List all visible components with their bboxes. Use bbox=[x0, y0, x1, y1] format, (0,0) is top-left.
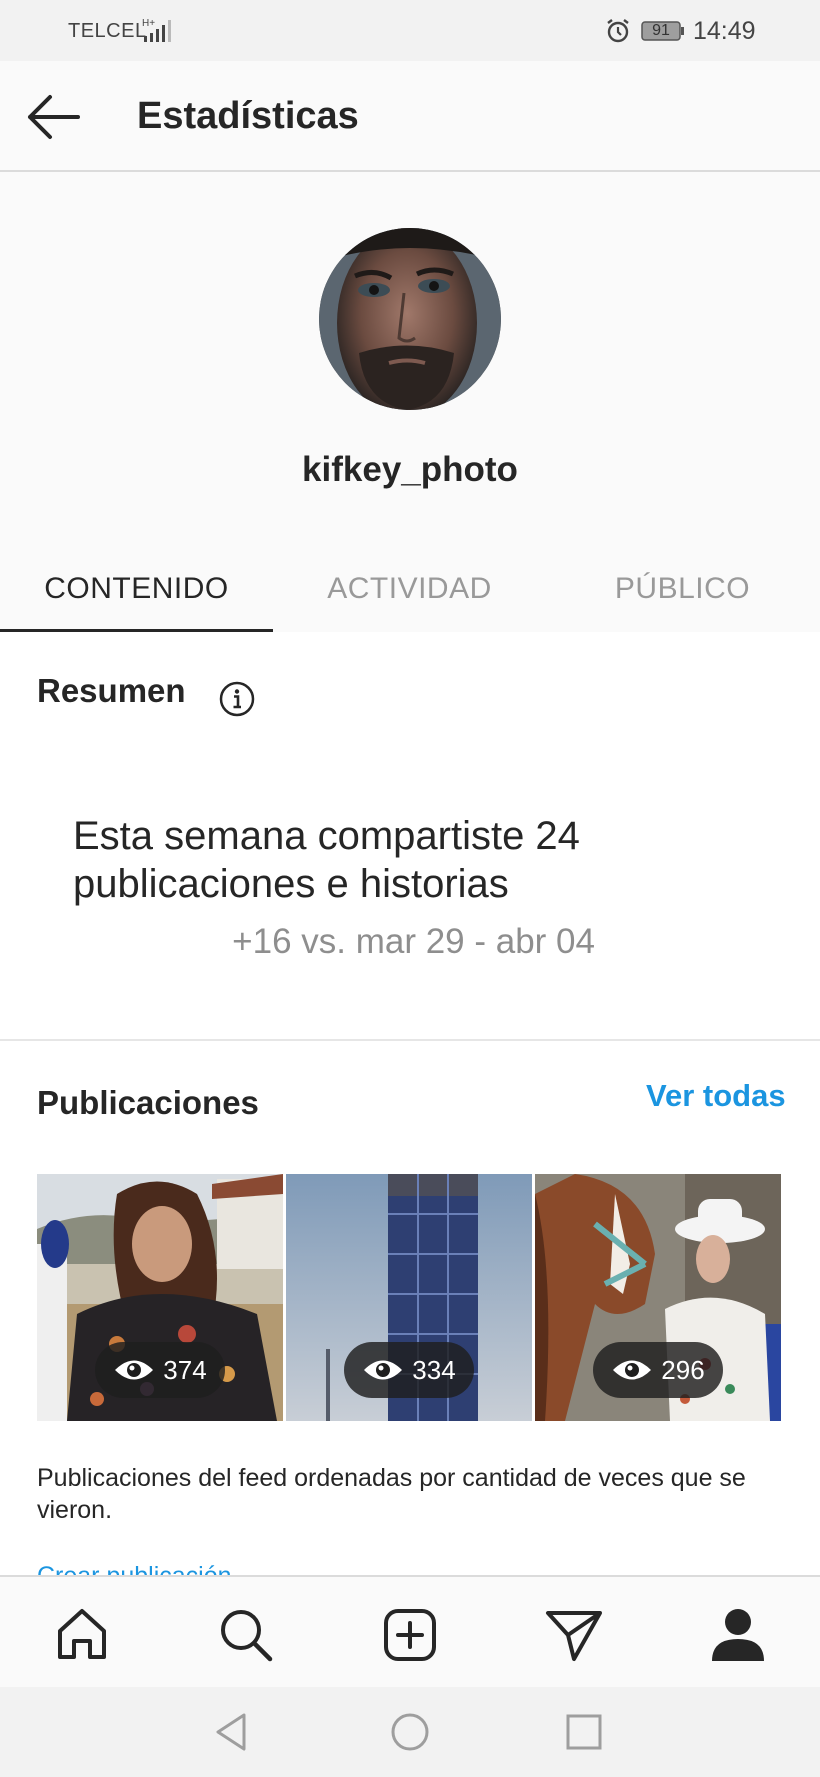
posts-title: Publicaciones bbox=[37, 1084, 259, 1121]
views-badge: 374 bbox=[95, 1342, 225, 1398]
profile-icon[interactable] bbox=[708, 1605, 768, 1665]
eye-icon bbox=[613, 1360, 652, 1380]
post-thumbnail[interactable]: 296 bbox=[535, 1174, 781, 1421]
posts-grid: 374 334 296 bbox=[37, 1174, 782, 1421]
create-post-link[interactable]: Crear publicación bbox=[37, 1562, 232, 1576]
tab-contenido[interactable]: CONTENIDO bbox=[0, 545, 273, 632]
arrow-left-icon[interactable] bbox=[24, 91, 82, 143]
carrier-label: TELCEL bbox=[68, 20, 147, 42]
home-icon[interactable] bbox=[52, 1605, 112, 1665]
info-icon[interactable] bbox=[218, 680, 256, 718]
summary-title: Resumen bbox=[37, 672, 186, 709]
tab-publico[interactable]: PÚBLICO bbox=[546, 545, 819, 632]
new-post-icon[interactable] bbox=[380, 1605, 440, 1665]
section-divider bbox=[0, 1039, 820, 1041]
battery-level: 91 bbox=[652, 22, 670, 39]
avatar[interactable] bbox=[319, 228, 501, 410]
post-thumbnail[interactable]: 374 bbox=[37, 1174, 283, 1421]
system-navigation-bar bbox=[0, 1687, 820, 1777]
avatar-photo bbox=[319, 228, 501, 410]
status-bar: TELCEL H+ 91 14:49 bbox=[0, 0, 820, 61]
network-type: H+ bbox=[142, 18, 155, 29]
views-count: 296 bbox=[661, 1354, 705, 1385]
views-count: 374 bbox=[163, 1354, 207, 1385]
summary-text: Esta semana compartiste 24 publicaciones… bbox=[73, 814, 580, 906]
system-back-icon[interactable] bbox=[212, 1711, 254, 1753]
clock: 14:49 bbox=[693, 17, 756, 45]
eye-icon bbox=[364, 1360, 403, 1380]
content-panel: Resumen Esta semana compartiste 24 publi… bbox=[0, 632, 820, 1577]
views-badge: 296 bbox=[593, 1342, 723, 1398]
username: kifkey_photo bbox=[302, 450, 518, 489]
search-icon[interactable] bbox=[216, 1605, 276, 1665]
post-thumbnail[interactable]: 334 bbox=[286, 1174, 532, 1421]
views-count: 334 bbox=[412, 1354, 456, 1385]
top-app-bar: Estadísticas bbox=[0, 61, 820, 172]
system-home-icon[interactable] bbox=[389, 1711, 431, 1753]
page-title: Estadísticas bbox=[137, 95, 359, 137]
summary-comparison: +16 vs. mar 29 - abr 04 bbox=[232, 922, 595, 961]
tab-bar: CONTENIDO ACTIVIDAD PÚBLICO bbox=[0, 545, 820, 632]
tab-actividad[interactable]: ACTIVIDAD bbox=[273, 545, 546, 632]
signal-icon: H+ bbox=[142, 18, 171, 42]
posts-description: Publicaciones del feed ordenadas por can… bbox=[37, 1464, 746, 1524]
see-all-link[interactable]: Ver todas bbox=[646, 1078, 786, 1114]
system-recents-icon[interactable] bbox=[563, 1711, 605, 1753]
views-badge: 334 bbox=[344, 1342, 474, 1398]
bottom-navigation bbox=[0, 1575, 820, 1687]
alarm-icon bbox=[607, 19, 629, 43]
eye-icon bbox=[115, 1360, 154, 1380]
direct-icon[interactable] bbox=[544, 1605, 604, 1665]
